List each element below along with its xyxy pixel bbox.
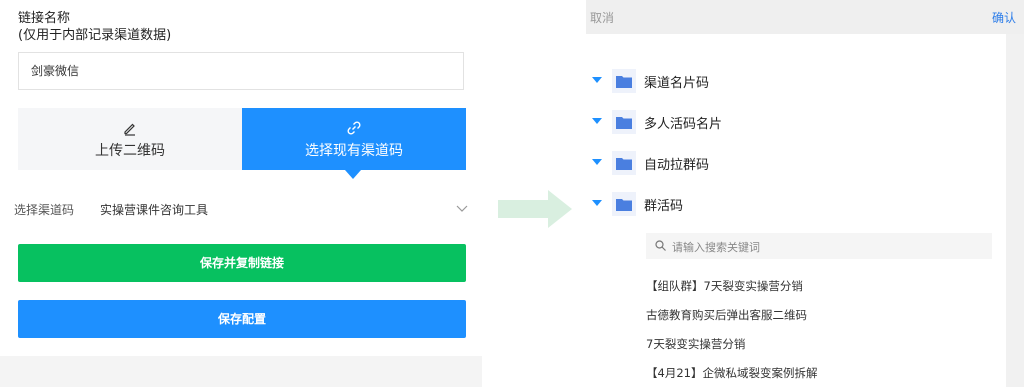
list-item[interactable]: 【4月21】企微私域裂变案例拆解 xyxy=(646,365,817,381)
folder-item[interactable]: 渠道名片码 xyxy=(586,69,986,93)
search-placeholder: 请输入搜索关键词 xyxy=(672,241,760,254)
folder-icon xyxy=(612,110,636,134)
list-item[interactable]: 【组队群】7天裂变实操营分销 xyxy=(646,278,803,294)
folder-icon xyxy=(612,151,636,175)
picker-header: 取消 确认 xyxy=(586,0,1024,34)
search-icon xyxy=(655,240,666,251)
link-name-label: 链接名称 xyxy=(18,11,71,26)
caret-down-icon[interactable] xyxy=(592,159,602,165)
channel-code-select-label: 选择渠道码 xyxy=(14,203,75,217)
folder-label: 渠道名片码 xyxy=(644,76,710,91)
scrollbar[interactable] xyxy=(1006,34,1024,387)
tab-select-label: 选择现有渠道码 xyxy=(305,143,403,159)
folder-icon xyxy=(612,69,636,93)
save-config-button[interactable]: 保存配置 xyxy=(18,300,466,338)
list-item[interactable]: 古德教育购买后弹出客服二维码 xyxy=(646,307,807,323)
link-name-hint: (仅用于内部记录渠道数据) xyxy=(18,28,172,43)
search-input[interactable]: 请输入搜索关键词 xyxy=(646,233,992,259)
link-name-input[interactable]: 剑豪微信 xyxy=(18,52,464,90)
list-item[interactable]: 7天裂变实操营分销 xyxy=(646,336,745,352)
active-tab-pointer xyxy=(345,170,361,179)
save-and-copy-link-button[interactable]: 保存并复制链接 xyxy=(18,244,466,282)
tab-upload-qrcode[interactable]: 上传二维码 xyxy=(18,108,242,170)
caret-down-icon[interactable] xyxy=(592,118,602,124)
link-icon xyxy=(347,121,361,135)
confirm-button[interactable]: 确认 xyxy=(992,9,1016,26)
code-source-tabs: 上传二维码 选择现有渠道码 xyxy=(18,108,466,170)
channel-form-panel: 链接名称 (仅用于内部记录渠道数据) 剑豪微信 上传二维码 选择现有渠道码 选择… xyxy=(0,0,482,387)
folder-item[interactable]: 自动拉群码 xyxy=(586,151,986,175)
folder-item[interactable]: 多人活码名片 xyxy=(586,110,986,134)
right-arrow-icon xyxy=(498,190,572,228)
channel-code-select[interactable]: 选择渠道码 实操营课件咨询工具 xyxy=(14,198,470,220)
caret-down-icon[interactable] xyxy=(592,77,602,83)
folder-icon xyxy=(612,192,636,216)
panel-footer xyxy=(0,356,482,387)
tab-select-existing-code[interactable]: 选择现有渠道码 xyxy=(242,108,466,170)
tab-upload-label: 上传二维码 xyxy=(95,143,165,159)
caret-down-icon[interactable] xyxy=(592,200,602,206)
folder-item[interactable]: 群活码 xyxy=(586,192,986,216)
cancel-button[interactable]: 取消 xyxy=(590,9,614,26)
folder-label: 多人活码名片 xyxy=(644,117,723,132)
chevron-down-icon xyxy=(456,205,468,212)
channel-code-picker: 取消 确认 渠道名片码 多人活码名片 自动拉群码 群活码 请输入搜索关键词 【组… xyxy=(586,0,1024,387)
pen-icon xyxy=(124,123,135,136)
folder-label: 群活码 xyxy=(644,199,684,214)
channel-code-select-value: 实操营课件咨询工具 xyxy=(100,203,209,217)
folder-label: 自动拉群码 xyxy=(644,158,710,173)
